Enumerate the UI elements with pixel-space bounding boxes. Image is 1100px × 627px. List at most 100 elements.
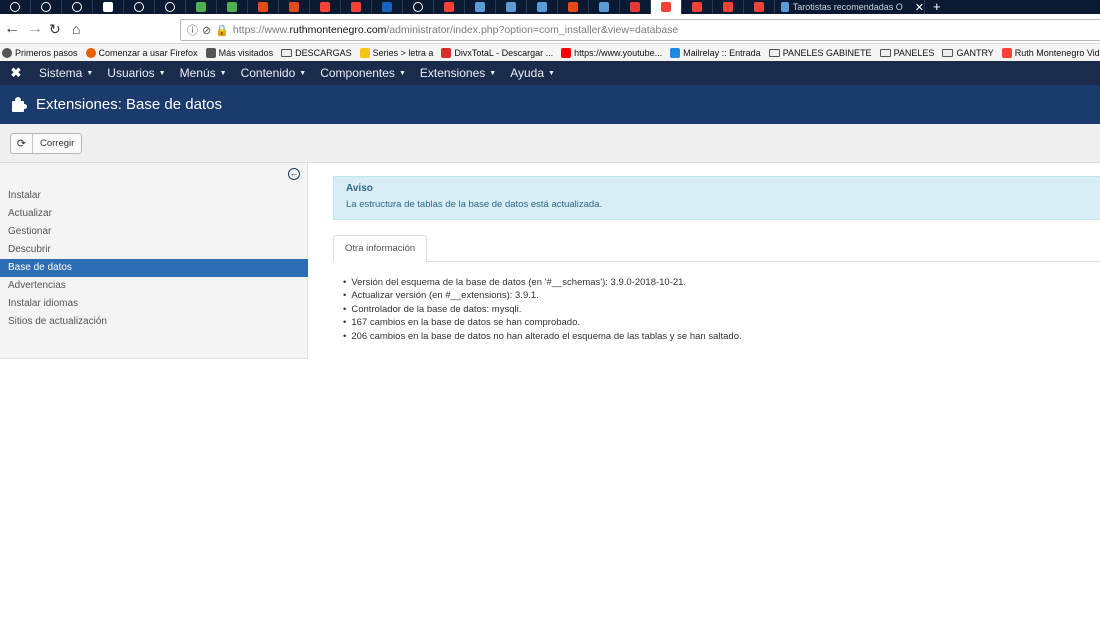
browser-tab[interactable] (527, 0, 558, 14)
browser-tab[interactable] (496, 0, 527, 14)
slides-icon (289, 2, 299, 12)
sidebar-item[interactable]: Advertencias (0, 277, 308, 295)
browser-tab[interactable] (217, 0, 248, 14)
page-header: Extensiones: Base de datos (0, 85, 1100, 124)
caret-down-icon: ▼ (219, 69, 227, 77)
bookmark-item[interactable]: Mailrelay :: Entrada (670, 47, 761, 58)
bookmark-item[interactable]: Series > letra a (359, 47, 433, 58)
bookmark-label: https://www.youtube... (574, 47, 663, 58)
sidebar-item[interactable]: Actualizar (0, 205, 308, 223)
url-bar[interactable]: ⓘ ⊘ 🔒 https://www.ruthmontenegro.com/adm… (180, 19, 1100, 41)
bookmark-item[interactable]: DivxTotaL - Descargar ... (441, 47, 554, 58)
bookmark-item[interactable]: https://www.youtube... (561, 47, 663, 58)
browser-tab[interactable] (31, 0, 62, 14)
joomla-icon (320, 2, 330, 12)
menu-label: Sistema (39, 66, 83, 80)
lock-icon[interactable]: 🔒 (215, 24, 229, 37)
home-icon[interactable]: ⌂ (72, 19, 80, 39)
bookmark-item[interactable]: Más visitados (205, 47, 273, 58)
caret-down-icon: ▼ (299, 69, 307, 77)
back-arrow-icon[interactable]: ← (4, 19, 20, 39)
top-menu-item[interactable]: Usuarios ▼ (100, 66, 172, 80)
url-text[interactable]: https://www.ruthmontenegro.com/administr… (233, 24, 678, 36)
browser-tab[interactable] (620, 0, 651, 14)
top-menu-item[interactable]: Sistema ▼ (32, 66, 100, 80)
bookmark-item[interactable]: GANTRY (942, 48, 994, 58)
globe-icon (2, 47, 12, 58)
forward-arrow-icon[interactable]: → (27, 19, 43, 39)
sidebar-item[interactable]: Instalar idiomas (0, 295, 308, 313)
sidebar-item[interactable]: Sitios de actualización (0, 313, 308, 331)
top-menu-item[interactable]: Contenido ▼ (234, 66, 314, 80)
top-menu-item[interactable]: Ayuda ▼ (503, 66, 562, 80)
bookmark-item[interactable]: PANELES (879, 48, 934, 58)
joomla-logo-icon[interactable]: ✖ (0, 65, 32, 81)
sidebar-item[interactable]: Base de datos (0, 259, 308, 277)
menu-label: Contenido (240, 66, 296, 80)
youtube-icon (561, 47, 572, 58)
browser-tab[interactable] (248, 0, 279, 14)
tab-other-info[interactable]: Otra información (333, 235, 428, 262)
collapse-sidebar-icon[interactable]: ← (288, 168, 300, 180)
browser-tab[interactable] (93, 0, 124, 14)
top-menu-item[interactable]: Componentes ▼ (313, 66, 413, 80)
browser-tab[interactable] (124, 0, 155, 14)
browser-tab[interactable] (682, 0, 713, 14)
browser-tab[interactable] (558, 0, 589, 14)
sidebar-item[interactable]: Instalar (0, 187, 308, 205)
browser-tab[interactable] (186, 0, 217, 14)
folder-icon (281, 48, 293, 57)
browser-tab[interactable] (744, 0, 775, 14)
menu-label: Componentes (320, 66, 395, 80)
info-item: Controlador de la base de datos: mysqli. (343, 303, 1100, 316)
refresh-icon: ⟳ (11, 134, 33, 153)
browser-tab[interactable] (62, 0, 93, 14)
bookmark-item[interactable]: DESCARGAS (281, 48, 352, 58)
alert-heading: Aviso (346, 183, 373, 194)
sidebar-item[interactable]: Descubrir (0, 241, 308, 259)
close-tab-icon[interactable]: ✕ (915, 1, 924, 14)
browser-tab[interactable] (372, 0, 403, 14)
browser-tab[interactable] (341, 0, 372, 14)
browser-tab[interactable] (651, 0, 682, 14)
bookmark-item[interactable]: Ruth Montenegro Vid... (1001, 47, 1100, 58)
joomla-icon (444, 2, 454, 12)
ship-icon (781, 2, 789, 12)
fix-button[interactable]: ⟳ Corregir (10, 133, 83, 154)
joomla-icon (692, 2, 702, 12)
top-menu-item[interactable]: Extensiones ▼ (413, 66, 503, 80)
slides-icon (568, 2, 578, 12)
bookmark-item[interactable]: PANELES GABINETE (768, 47, 872, 58)
ship-icon (599, 2, 609, 12)
gear-icon (205, 47, 216, 58)
bookmark-label: PANELES GABINETE (782, 47, 872, 58)
browser-tab[interactable] (434, 0, 465, 14)
browser-tab[interactable] (465, 0, 496, 14)
folder-icon (942, 48, 954, 57)
bookmark-label: Ruth Montenegro Vid... (1014, 47, 1100, 58)
browser-tab[interactable] (589, 0, 620, 14)
browser-tab[interactable] (713, 0, 744, 14)
bookmark-label: DivxTotaL - Descargar ... (454, 47, 554, 58)
new-tab-icon[interactable]: + (925, 0, 941, 14)
globe-icon (413, 2, 423, 12)
bookmark-label: Comenzar a usar Firefox (98, 47, 198, 58)
joomla-icon (723, 2, 733, 12)
folder-icon (879, 48, 891, 57)
browser-tab-last[interactable]: Tarotistas recomendadas O ✕ (775, 0, 925, 14)
tracking-shield-icon[interactable]: ⊘ (202, 24, 211, 37)
reload-icon[interactable]: ↻ (49, 19, 61, 39)
info-item: Versión del esquema de la base de datos … (343, 276, 1100, 289)
bookmark-item[interactable]: Comenzar a usar Firefox (85, 47, 198, 58)
browser-tab[interactable] (0, 0, 31, 14)
sidebar-item[interactable]: Gestionar (0, 223, 308, 241)
globe-icon (165, 2, 175, 12)
browser-tab[interactable] (155, 0, 186, 14)
browser-tab[interactable] (403, 0, 434, 14)
browser-tab[interactable] (310, 0, 341, 14)
bookmark-item[interactable]: Primeros pasos (2, 47, 78, 58)
top-menu-item[interactable]: Menús ▼ (173, 66, 234, 80)
bookmark-label: Mailrelay :: Entrada (683, 47, 761, 58)
browser-tab[interactable] (279, 0, 310, 14)
info-icon[interactable]: ⓘ (187, 22, 198, 38)
